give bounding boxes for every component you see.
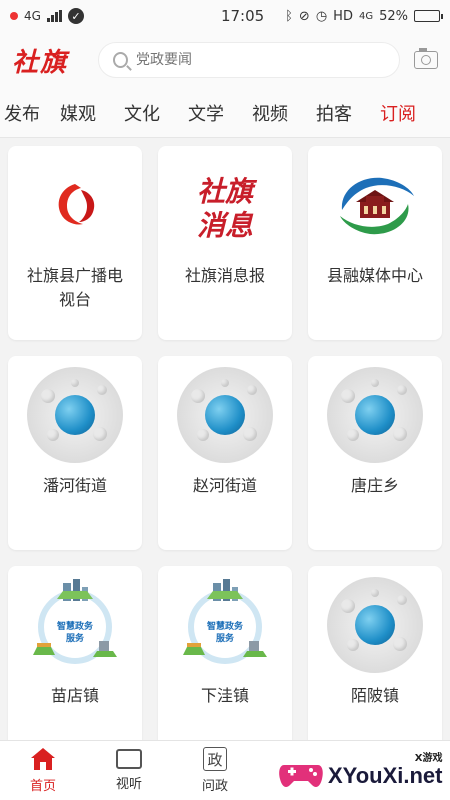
watermark-tag: X游戏 xyxy=(414,752,443,764)
card-title: 唐庄乡 xyxy=(350,476,399,495)
globe-icon xyxy=(327,367,423,463)
news-logo-icon: 社旗 消息 xyxy=(196,175,253,242)
tab-culture[interactable]: 文化 xyxy=(110,100,174,126)
globe-icon xyxy=(27,367,123,463)
tv-icon xyxy=(116,749,142,769)
svg-text:服务: 服务 xyxy=(66,632,85,644)
nav-label: 视听 xyxy=(115,777,142,792)
smart-gov-icon: 智慧政务 服务 xyxy=(183,579,267,664)
tab-literature[interactable]: 文学 xyxy=(174,100,238,126)
subscription-card[interactable]: 社旗县广播电视台 xyxy=(8,146,142,340)
nav-listen-watch[interactable]: 视听 xyxy=(86,749,172,792)
card-title: 社旗消息报 xyxy=(184,266,265,285)
home-icon xyxy=(31,748,55,770)
globe-icon xyxy=(177,367,273,463)
search-bar[interactable] xyxy=(98,42,400,78)
tab-subscribe[interactable]: 订阅 xyxy=(366,100,430,126)
category-tabs: 发布 媒观 文化 文学 视频 拍客 订阅 xyxy=(0,88,450,138)
tab-video[interactable]: 视频 xyxy=(238,100,302,126)
status-right: ᛒ ⊘ ◷ HD 4G 52% xyxy=(285,8,443,24)
mute-icon: ⊘ xyxy=(298,8,310,24)
tab-publish[interactable]: 发布 xyxy=(0,100,46,126)
subscription-card[interactable]: 社旗 消息 社旗消息报 xyxy=(158,146,292,340)
watermark-text: XYouXi.net xyxy=(328,762,443,788)
nav-ask-gov[interactable]: 政 问政 xyxy=(172,747,258,794)
subscription-card[interactable]: 陌陂镇 xyxy=(308,566,442,760)
svg-text:服务: 服务 xyxy=(216,632,235,644)
watermark: X游戏 XYouXi.net xyxy=(278,745,450,800)
network-type: 4G xyxy=(24,9,41,23)
bluetooth-icon: ᛒ xyxy=(285,8,293,24)
card-title: 陌陂镇 xyxy=(350,686,399,705)
card-title: 潘河街道 xyxy=(42,476,107,495)
alarm-icon: ◷ xyxy=(315,8,328,24)
subscription-card[interactable]: 赵河街道 xyxy=(158,356,292,550)
status-bar: 4G ✓ 17:05 ᛒ ⊘ ◷ HD 4G 52% xyxy=(0,0,450,32)
search-input[interactable] xyxy=(135,52,385,68)
nav-label: 首页 xyxy=(29,779,56,794)
gamepad-logo-icon xyxy=(279,764,323,787)
app-header: 社旗 xyxy=(0,32,450,88)
card-title: 苗店镇 xyxy=(50,686,99,705)
signal-icon xyxy=(46,10,62,22)
svg-text:智慧政务: 智慧政务 xyxy=(207,620,244,632)
zheng-icon: 政 xyxy=(203,747,227,771)
subscription-grid: 社旗县广播电视台 社旗 消息 社旗消息报 县融媒体中心 潘河街道 赵河街道 唐庄… xyxy=(8,146,442,800)
camera-icon[interactable] xyxy=(414,48,438,69)
smart-gov-icon: 智慧政务 服务 xyxy=(33,579,117,664)
tab-photographer[interactable]: 拍客 xyxy=(302,100,366,126)
app-logo[interactable]: 社旗 xyxy=(12,42,98,79)
subscription-card[interactable]: 县融媒体中心 xyxy=(308,146,442,340)
card-title: 赵河街道 xyxy=(192,476,257,495)
subscription-card[interactable]: 潘河街道 xyxy=(8,356,142,550)
check-icon: ✓ xyxy=(67,8,84,24)
nav-label: 问政 xyxy=(201,779,228,794)
radio-tv-logo-icon xyxy=(58,184,95,225)
media-center-logo-icon xyxy=(340,177,414,235)
nav-home[interactable]: 首页 xyxy=(0,747,86,794)
notification-dot-icon xyxy=(10,12,18,20)
battery-percent: 52% xyxy=(379,8,408,24)
network-type-right: 4G xyxy=(358,10,374,22)
status-left: 4G ✓ xyxy=(10,8,160,24)
card-title: 下洼镇 xyxy=(200,686,249,705)
card-title: 社旗县广播电视台 xyxy=(26,266,123,309)
globe-icon xyxy=(327,577,423,673)
hd-label: HD xyxy=(333,8,353,24)
battery-icon xyxy=(414,10,443,22)
tab-media-view[interactable]: 媒观 xyxy=(46,100,110,126)
search-icon xyxy=(113,52,128,68)
subscription-card[interactable]: 智慧政务 服务 下洼镇 xyxy=(158,566,292,760)
clock: 17:05 xyxy=(220,7,265,25)
subscription-card[interactable]: 唐庄乡 xyxy=(308,356,442,550)
subscription-card[interactable]: 智慧政务 服务 苗店镇 xyxy=(8,566,142,760)
svg-text:智慧政务: 智慧政务 xyxy=(57,620,94,632)
card-title: 县融媒体中心 xyxy=(326,266,423,285)
